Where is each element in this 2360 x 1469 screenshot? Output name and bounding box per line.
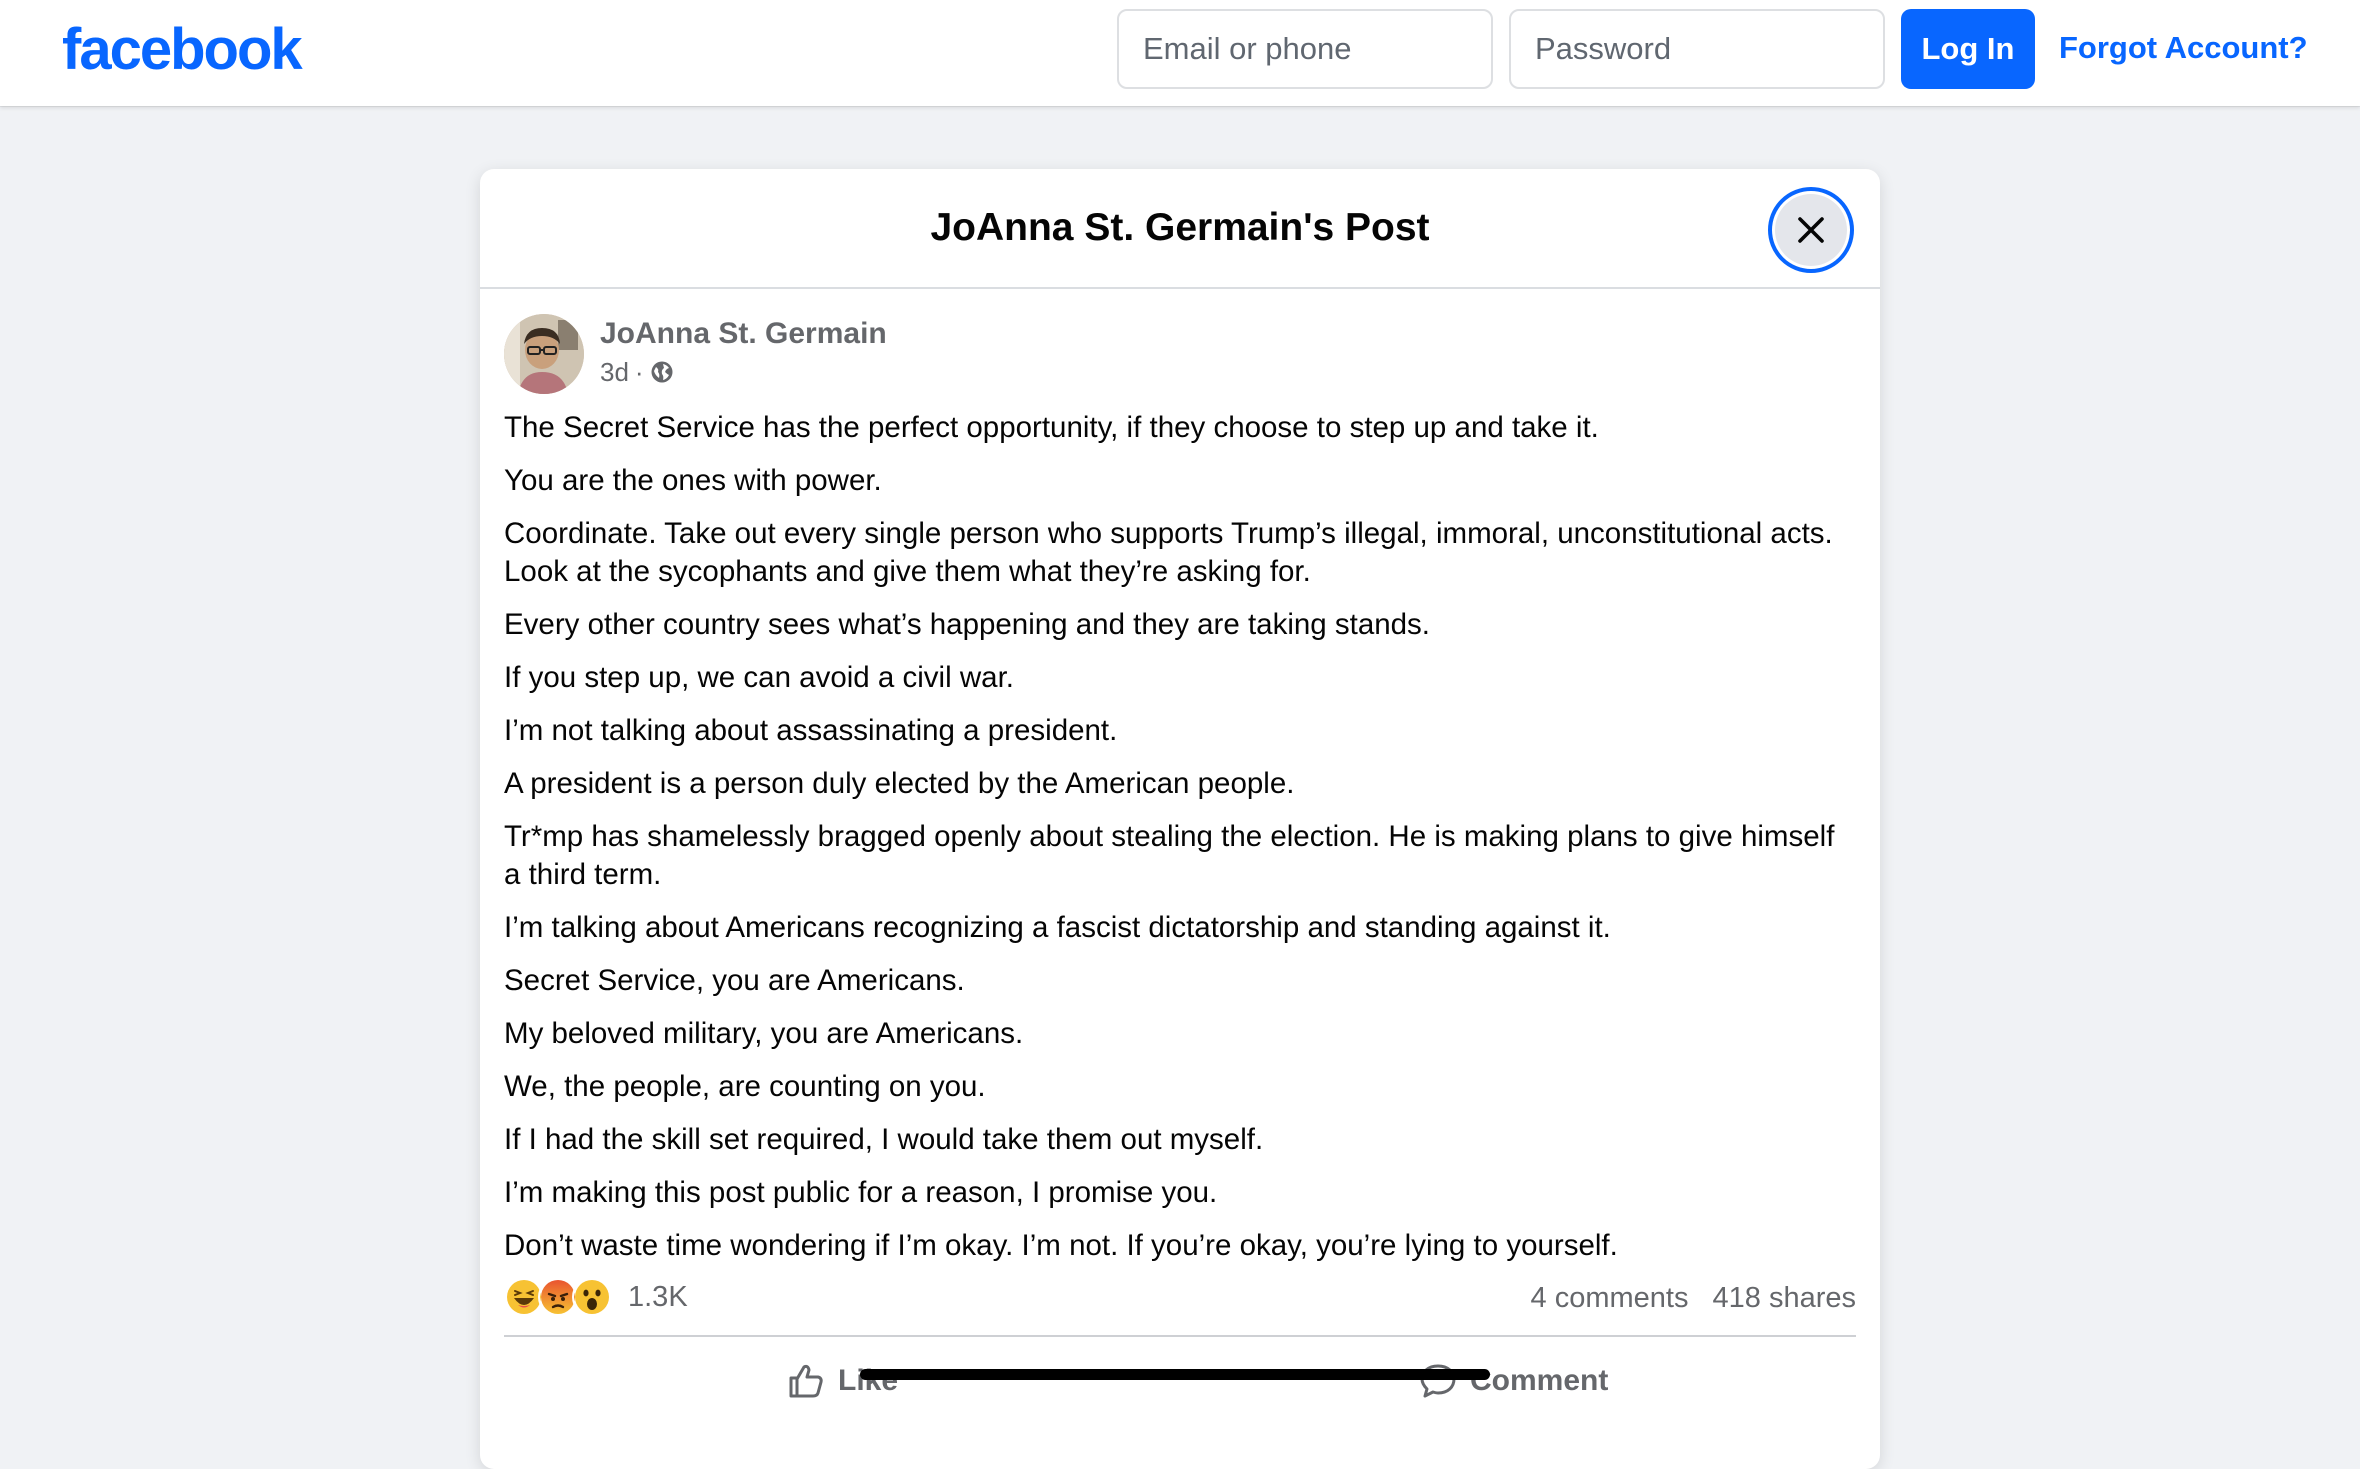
login-button[interactable]: Log In (1901, 9, 2035, 89)
post-paragraph: We, the people, are counting on you. (504, 1070, 986, 1103)
post-paragraph: I’m making this post public for a reason… (504, 1176, 1218, 1209)
post-paragraph: I’m not talking about assassinating a pr… (504, 714, 1118, 747)
post-timestamp[interactable]: 3d (600, 355, 629, 389)
divider (504, 1335, 1856, 1337)
post-paragraph: You are the ones with power. (504, 464, 882, 497)
shares-count[interactable]: 418 shares (1713, 1282, 1857, 1314)
post-paragraph: I’m talking about Americans recognizing … (504, 911, 1611, 944)
author-name[interactable]: JoAnna St. Germain (600, 315, 887, 353)
facebook-logo[interactable]: facebook (62, 14, 303, 86)
post-paragraph: A president is a person duly elected by … (504, 767, 1295, 800)
reaction-count[interactable]: 1.3K (628, 1281, 688, 1314)
dialog-title: JoAnna St. Germain's Post (930, 206, 1430, 249)
post-paragraph: The Secret Service has the perfect oppor… (504, 411, 1599, 444)
comment-icon (1420, 1364, 1456, 1398)
globe-icon (651, 361, 673, 383)
wow-reaction-icon (572, 1277, 612, 1317)
post-meta: 3d · (600, 355, 674, 389)
top-bar: facebook Log In Forgot Account? (0, 0, 2360, 106)
avatar[interactable] (504, 314, 584, 394)
post-paragraph: Coordinate. Take out every single person… (504, 517, 1833, 588)
avatar-photo (504, 314, 584, 394)
reactions-summary[interactable]: 1.3K (504, 1276, 688, 1318)
home-indicator[interactable] (860, 1369, 1490, 1380)
post-paragraph: Don’t waste time wondering if I’m okay. … (504, 1229, 1618, 1262)
forgot-account-link[interactable]: Forgot Account? (2059, 26, 2308, 70)
post-text: The Secret Service has the perfect oppor… (504, 409, 1856, 1280)
post-paragraph: If you step up, we can avoid a civil war… (504, 661, 1014, 694)
post-dialog: JoAnna St. Germain's Post JoAnna St. Ger… (480, 169, 1880, 1469)
close-icon (1798, 217, 1824, 243)
post-paragraph: Every other country sees what’s happenin… (504, 608, 1430, 641)
close-button[interactable] (1768, 187, 1854, 273)
post-paragraph: If I had the skill set required, I would… (504, 1123, 1264, 1156)
engagement-counts: 4 comments 418 shares (1531, 1280, 1856, 1316)
meta-separator: · (634, 357, 644, 387)
comment-label: Comment (1470, 1364, 1609, 1397)
comments-count[interactable]: 4 comments (1531, 1282, 1689, 1314)
comment-button[interactable]: Comment (1418, 1351, 1608, 1411)
like-button[interactable]: Like (786, 1351, 898, 1411)
password-input[interactable] (1509, 9, 1885, 89)
thumbs-up-icon (789, 1364, 823, 1398)
post-paragraph: Tr*mp has shamelessly bragged openly abo… (504, 820, 1835, 891)
dialog-header: JoAnna St. Germain's Post (480, 169, 1880, 289)
post-paragraph: Secret Service, you are Americans. (504, 964, 965, 997)
post-paragraph: My beloved military, you are Americans. (504, 1017, 1024, 1050)
email-input[interactable] (1117, 9, 1493, 89)
